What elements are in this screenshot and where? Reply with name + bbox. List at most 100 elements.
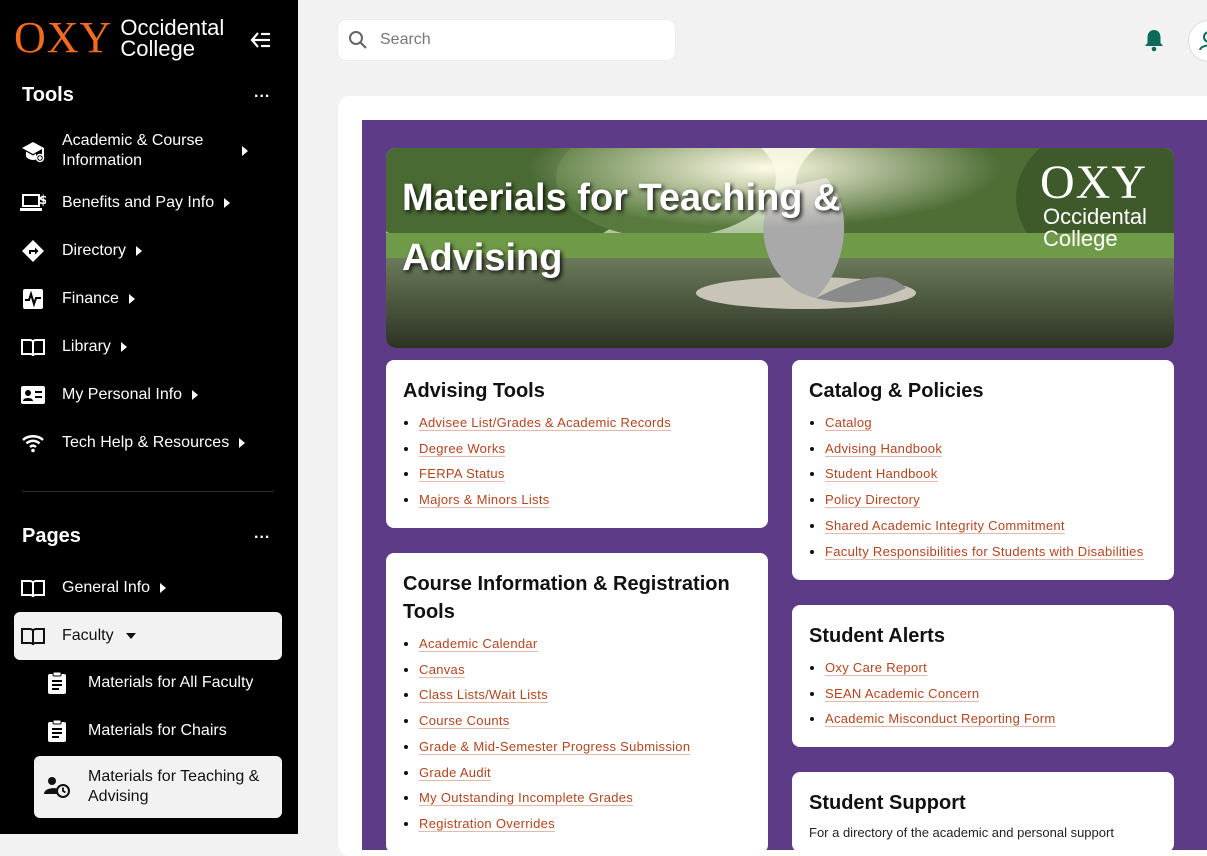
- list-item: FERPA Status: [419, 461, 671, 487]
- oxy-logo[interactable]: OXY Occidental College: [14, 16, 224, 60]
- list-item: Registration Overrides: [419, 811, 690, 837]
- link-list: Oxy Care Report SEAN Academic Concern Ac…: [809, 655, 1056, 732]
- link-list: Advisee List/Grades & Academic Records D…: [403, 410, 672, 513]
- link[interactable]: Advising Handbook: [825, 440, 943, 457]
- sidebar-item-label: Tech Help & Resources: [62, 434, 230, 451]
- link[interactable]: Shared Academic Integrity Commitment: [825, 517, 1065, 534]
- sidebar-item-label: My Personal Info: [62, 386, 183, 403]
- list-item: Oxy Care Report: [825, 655, 1056, 681]
- link-list: Academic Calendar Canvas Class Lists/Wai…: [403, 631, 691, 837]
- sidebar-item-materials-chairs[interactable]: Materials for Chairs: [34, 718, 282, 744]
- book-icon: [20, 334, 46, 360]
- link[interactable]: Student Handbook: [825, 466, 938, 483]
- link[interactable]: Registration Overrides: [419, 815, 555, 832]
- link[interactable]: FERPA Status: [419, 466, 505, 483]
- link[interactable]: Class Lists/Wait Lists: [419, 687, 548, 704]
- advising-tools-card: Advising Tools Advisee List/Grades & Aca…: [386, 360, 768, 528]
- search-input[interactable]: [378, 30, 652, 50]
- tools-heading: Tools: [22, 84, 74, 106]
- caret-right-icon: [136, 246, 143, 256]
- clipboard-icon: [44, 718, 70, 744]
- sidebar-item-materials-all-faculty[interactable]: Materials for All Faculty: [34, 670, 282, 696]
- sidebar-item-label: Finance: [62, 290, 119, 307]
- pages-heading: Pages: [22, 525, 81, 547]
- book-icon: [20, 623, 46, 649]
- user-clock-icon: [44, 774, 70, 800]
- sidebar-item-tech-help[interactable]: Tech Help & Resources: [14, 430, 282, 456]
- link[interactable]: SEAN Academic Concern: [825, 685, 980, 702]
- list-item: Canvas: [419, 657, 690, 683]
- notifications-bell-icon[interactable]: [1143, 28, 1165, 52]
- link[interactable]: Academic Misconduct Reporting Form: [825, 711, 1056, 728]
- sidebar-item-academic-course[interactable]: Academic & Course Information: [14, 130, 282, 172]
- tools-more-button[interactable]: ...: [254, 84, 270, 102]
- list-item: Advisee List/Grades & Academic Records: [419, 410, 672, 436]
- caret-right-icon: [128, 294, 135, 304]
- caret-right-icon: [224, 198, 231, 208]
- link[interactable]: Canvas: [419, 661, 465, 678]
- student-support-card: Student Support For a directory of the a…: [792, 772, 1174, 852]
- sidebar-item-faculty[interactable]: Faculty: [14, 612, 282, 660]
- link[interactable]: Degree Works: [419, 440, 506, 457]
- card-title: Course Information & Registration Tools: [403, 573, 730, 623]
- wifi-icon: [20, 430, 46, 456]
- logo-line2: College: [120, 36, 195, 61]
- sidebar-item-label: Materials for All Faculty: [88, 674, 254, 691]
- link[interactable]: Grade Audit: [419, 764, 491, 781]
- card-title: Student Support: [809, 792, 966, 814]
- clipboard-icon: [44, 670, 70, 696]
- id-card-icon: [20, 382, 46, 408]
- link[interactable]: Policy Directory: [825, 492, 921, 509]
- card-title: Student Alerts: [809, 625, 945, 647]
- link[interactable]: Majors & Minors Lists: [419, 492, 550, 509]
- hero-logo-line2: College: [1043, 226, 1118, 251]
- link[interactable]: Catalog: [825, 415, 872, 431]
- caret-right-icon: [242, 146, 248, 156]
- list-item: Catalog: [825, 410, 1144, 436]
- list-item: Faculty Responsibilities for Students wi…: [825, 539, 1144, 565]
- directions-icon: [20, 238, 46, 264]
- list-item: My Outstanding Incomplete Grades: [419, 785, 690, 811]
- hero-logo-line1: Occidental: [1043, 204, 1147, 229]
- sidebar-item-label: Faculty: [62, 627, 114, 644]
- link[interactable]: Faculty Responsibilities for Students wi…: [825, 543, 1144, 560]
- list-item: Policy Directory: [825, 487, 1144, 513]
- laptop-dollar-icon: $: [20, 190, 46, 216]
- logo-college-name: Occidental College: [120, 17, 224, 61]
- user-avatar[interactable]: [1188, 20, 1207, 62]
- collapse-sidebar-icon[interactable]: [250, 30, 272, 50]
- list-item: Degree Works: [419, 436, 671, 462]
- link[interactable]: Grade & Mid-Semester Progress Submission: [419, 738, 691, 755]
- sidebar-item-personal-info[interactable]: My Personal Info: [14, 382, 282, 408]
- list-item: Academic Calendar: [419, 631, 690, 657]
- sidebar-item-label: General Info: [62, 579, 151, 596]
- list-item: Course Counts: [419, 708, 690, 734]
- pages-more-button[interactable]: ...: [254, 525, 270, 543]
- caret-down-icon: [125, 633, 136, 639]
- list-item: Grade & Mid-Semester Progress Submission: [419, 734, 691, 760]
- student-alerts-card: Student Alerts Oxy Care Report SEAN Acad…: [792, 605, 1174, 747]
- hero-title: Materials for Teaching & Advising: [402, 177, 841, 279]
- link[interactable]: Advisee List/Grades & Academic Records: [419, 415, 672, 431]
- search-bar[interactable]: [338, 20, 675, 60]
- sidebar-item-directory[interactable]: Directory: [14, 238, 282, 264]
- sidebar-item-materials-teaching-advising[interactable]: Materials for Teaching & Advising: [34, 756, 282, 818]
- list-item: Academic Misconduct Reporting Form: [825, 706, 1056, 732]
- list-item: Grade Audit: [419, 760, 690, 786]
- sidebar-item-benefits[interactable]: $ Benefits and Pay Info: [14, 190, 282, 216]
- course-info-card: Course Information & Registration Tools …: [386, 553, 768, 853]
- sidebar-item-general-info[interactable]: General Info: [14, 575, 282, 601]
- sidebar-item-label: Academic & Course Information: [62, 132, 204, 169]
- sidebar-item-label: Materials for Chairs: [88, 722, 227, 739]
- sidebar-item-finance[interactable]: Finance: [14, 286, 282, 312]
- card-intro-text: For a directory of the academic and pers…: [809, 825, 1114, 840]
- sidebar-item-label: Benefits and Pay Info: [62, 194, 215, 211]
- list-item: SEAN Academic Concern: [825, 681, 1056, 707]
- link[interactable]: Academic Calendar: [419, 636, 538, 652]
- link[interactable]: Oxy Care Report: [825, 660, 928, 676]
- graduation-cap-icon: [20, 138, 46, 164]
- link[interactable]: Course Counts: [419, 713, 510, 730]
- sidebar-item-library[interactable]: Library: [14, 334, 282, 360]
- link[interactable]: My Outstanding Incomplete Grades: [419, 790, 634, 807]
- sidebar: OXY Occidental College Tools ... Academic…: [0, 0, 298, 834]
